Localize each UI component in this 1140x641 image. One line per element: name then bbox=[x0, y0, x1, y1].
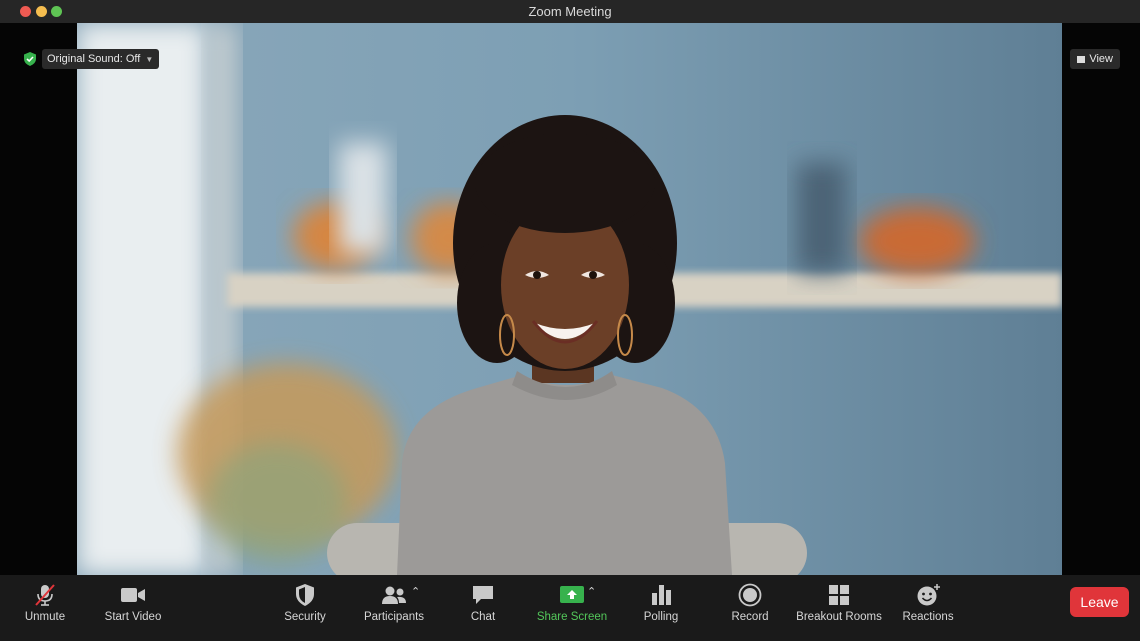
record-button[interactable]: Record bbox=[731, 575, 769, 641]
unmute-label: Unmute bbox=[24, 611, 66, 623]
unmute-button[interactable]: Unmute bbox=[20, 575, 70, 641]
window-title: Zoom Meeting bbox=[528, 4, 612, 19]
reactions-label: Reactions bbox=[902, 611, 954, 623]
shield-icon bbox=[296, 584, 314, 606]
start-video-button[interactable]: Start Video bbox=[104, 575, 162, 641]
share-screen-chevron-up-icon[interactable]: ⌃ bbox=[587, 585, 596, 598]
participants-label: Participants bbox=[363, 611, 425, 623]
chat-button[interactable]: Chat bbox=[468, 575, 498, 641]
leave-button[interactable]: Leave bbox=[1070, 587, 1129, 617]
breakout-rooms-label: Breakout Rooms bbox=[796, 611, 882, 623]
start-video-label: Start Video bbox=[104, 611, 162, 623]
reactions-button[interactable]: Reactions bbox=[902, 575, 954, 641]
participant-video[interactable] bbox=[77, 23, 1062, 575]
microphone-muted-icon bbox=[35, 584, 55, 606]
window-titlebar: Zoom Meeting bbox=[0, 0, 1140, 24]
video-frame-image bbox=[77, 23, 1062, 575]
view-label: View bbox=[1089, 53, 1113, 65]
chat-label: Chat bbox=[470, 611, 496, 623]
security-button[interactable]: Security bbox=[283, 575, 327, 641]
shield-check-icon bbox=[24, 52, 36, 66]
video-camera-icon bbox=[121, 588, 145, 602]
record-label: Record bbox=[731, 611, 769, 623]
original-sound-label: Original Sound: Off bbox=[47, 53, 141, 65]
breakout-rooms-icon bbox=[829, 585, 849, 605]
meeting-stage: Original Sound: Off ▼ View bbox=[0, 23, 1140, 575]
participants-chevron-up-icon[interactable]: ⌃ bbox=[411, 585, 420, 598]
view-grid-icon bbox=[1077, 55, 1086, 63]
security-label: Security bbox=[284, 611, 326, 623]
chevron-down-icon: ▼ bbox=[145, 54, 154, 64]
chat-icon bbox=[473, 586, 493, 604]
share-screen-label: Share Screen bbox=[536, 611, 608, 623]
polling-label: Polling bbox=[643, 611, 679, 623]
meeting-toolbar: Unmute Start Video Security Participants… bbox=[0, 575, 1140, 641]
original-sound-button[interactable]: Original Sound: Off ▼ bbox=[42, 49, 160, 69]
reactions-icon bbox=[917, 584, 940, 606]
original-sound-control[interactable]: Original Sound: Off ▼ bbox=[22, 49, 160, 69]
participants-icon bbox=[382, 586, 406, 604]
share-screen-icon bbox=[560, 586, 584, 603]
polling-icon bbox=[652, 585, 671, 605]
breakout-rooms-button[interactable]: Breakout Rooms bbox=[796, 575, 882, 641]
polling-button[interactable]: Polling bbox=[644, 575, 678, 641]
view-button[interactable]: View bbox=[1070, 49, 1120, 69]
record-icon bbox=[738, 583, 762, 607]
